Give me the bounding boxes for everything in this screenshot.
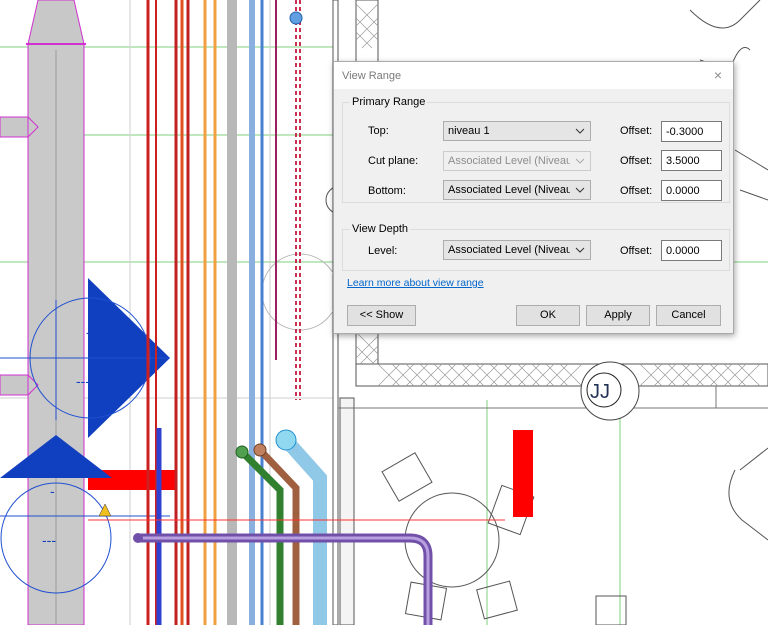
bottom-offset-input[interactable]: 0.0000 [661, 180, 722, 201]
bottom-label: Bottom: [368, 185, 406, 197]
dialog-title: View Range [342, 70, 402, 82]
cancel-button[interactable]: Cancel [656, 305, 721, 326]
chevron-down-icon [575, 128, 585, 134]
ok-button[interactable]: OK [516, 305, 580, 326]
view-depth-offset-label: Offset: [620, 245, 653, 257]
cut-plane-label: Cut plane: [368, 155, 419, 167]
view-range-dialog: View Range × Primary Range Top: niveau 1… [333, 61, 734, 334]
svg-text:---: --- [76, 373, 90, 389]
learn-more-link[interactable]: Learn more about view range [347, 277, 484, 289]
svg-text:-: - [50, 483, 55, 499]
svg-text:---: --- [42, 532, 56, 548]
bottom-offset-label: Offset: [620, 185, 653, 197]
top-label: Top: [368, 125, 389, 137]
room-tag-label: JJ [590, 381, 610, 403]
top-offset-label: Offset: [620, 125, 653, 137]
view-depth-label: View Depth [350, 223, 411, 235]
chevron-down-icon [575, 247, 585, 253]
bottom-level-value: Associated Level (Niveau 0) [448, 184, 570, 196]
close-icon[interactable]: × [709, 66, 727, 84]
svg-text:-: - [86, 324, 91, 340]
view-depth-level-select[interactable]: Associated Level (Niveau 0) [443, 240, 591, 260]
cut-plane-select[interactable]: Associated Level (Niveau 0) [443, 151, 591, 171]
show-button[interactable]: << Show [347, 305, 416, 326]
primary-range-label: Primary Range [350, 96, 428, 108]
cut-plane-value: Associated Level (Niveau 0) [448, 155, 570, 167]
top-offset-input[interactable]: -0.3000 [661, 121, 722, 142]
dialog-titlebar[interactable]: View Range × [334, 62, 733, 89]
apply-button[interactable]: Apply [586, 305, 650, 326]
level-label: Level: [368, 245, 398, 257]
bottom-level-select[interactable]: Associated Level (Niveau 0) [443, 180, 591, 200]
top-level-value: niveau 1 [448, 125, 490, 137]
view-depth-level-value: Associated Level (Niveau 0) [448, 244, 570, 256]
air-terminals: - --- - --- [0, 278, 170, 594]
top-level-select[interactable]: niveau 1 [443, 121, 591, 141]
chevron-down-icon [575, 187, 585, 193]
view-depth-offset-input[interactable]: 0.0000 [661, 240, 722, 261]
cut-plane-offset-input[interactable]: 3.5000 [661, 150, 722, 171]
room-tag[interactable]: JJ [580, 361, 640, 421]
pipe-bends [235, 11, 327, 625]
chevron-down-icon [575, 158, 585, 164]
cut-plane-offset-label: Offset: [620, 155, 653, 167]
